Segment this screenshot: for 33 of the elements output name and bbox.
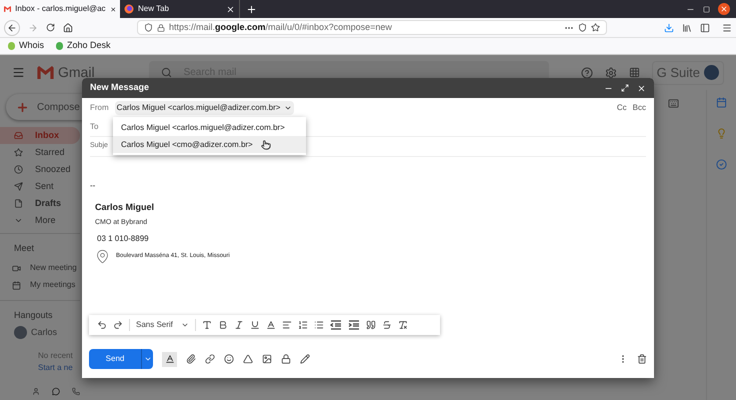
suite-badge[interactable]: G Suite	[652, 60, 724, 84]
url-field[interactable]: https://mail.google.com/mail/u/0/#inbox?compose=new	[137, 20, 607, 35]
field-label: To	[90, 120, 98, 132]
bookmark[interactable]: Whois	[8, 39, 44, 53]
bcc-link[interactable]: Bcc	[632, 102, 646, 114]
meet-item[interactable]: New meeting	[0, 260, 80, 276]
font-select[interactable]: Sans Serif	[129, 319, 196, 331]
section-title: Hangouts	[14, 308, 54, 322]
browser-tab[interactable]: Inbox - carlos.miguel@ac	[0, 0, 120, 18]
send-button[interactable]: Send	[89, 349, 141, 369]
nav-item[interactable]: Starred	[0, 144, 80, 161]
from-select[interactable]: Carlos Miguel <carlos.miguel@adizer.com.br>	[114, 100, 294, 114]
url-text: https://mail.google.com/mail/u/0/#inbox?compose=new	[169, 20, 393, 34]
bookmark[interactable]: Zoho Desk	[56, 39, 111, 53]
dropdown-option[interactable]: Carlos Miguel <carlos.miguel@adizer.com.br>	[113, 119, 306, 136]
section-title: Meet	[13, 242, 36, 255]
dialog-title-bar: New Message	[82, 78, 654, 98]
nav-item[interactable]: Sent	[0, 178, 80, 195]
nav-item[interactable]: More	[0, 212, 80, 229]
meet-item[interactable]: My meetings	[0, 276, 80, 294]
signature-phone: 03 1 010-8899	[97, 233, 150, 245]
start-link[interactable]: Start a ne	[38, 362, 80, 374]
nav-item[interactable]: Inbox	[0, 127, 80, 144]
cc-link[interactable]: Cc	[616, 102, 627, 114]
empty-text: No recent	[38, 350, 74, 362]
nav-item[interactable]: Snoozed	[0, 161, 80, 178]
nav-item[interactable]: Drafts	[0, 195, 80, 212]
signature-name: Carlos Miguel	[95, 201, 156, 214]
tab-title: Inbox - carlos.miguel@ac	[15, 3, 106, 15]
tab-title: New Tab	[138, 3, 170, 15]
dropdown-option[interactable]: Carlos Miguel <cmo@adizer.com.br>	[113, 136, 306, 153]
user-name[interactable]: Carlos	[31, 326, 58, 340]
signature-dash: --	[90, 182, 96, 190]
